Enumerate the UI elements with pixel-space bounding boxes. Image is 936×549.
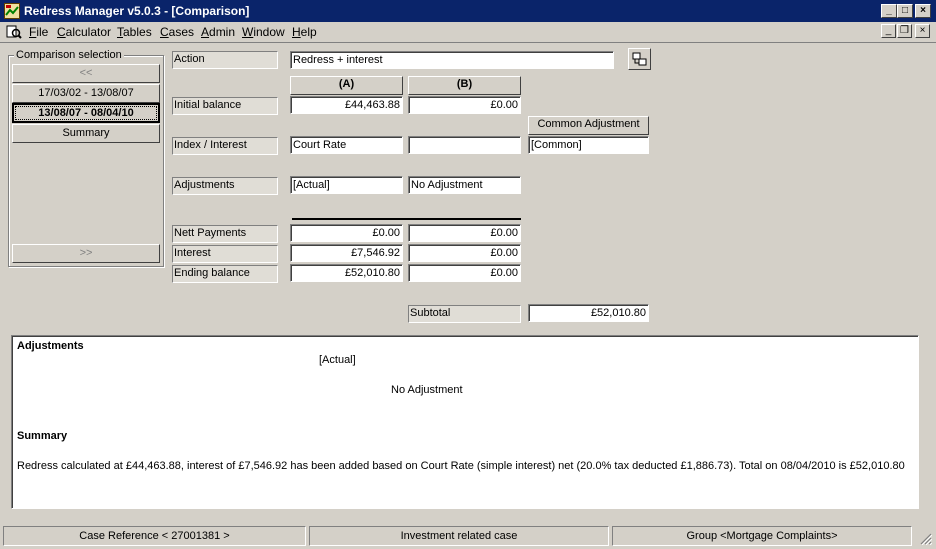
compare-icon	[632, 52, 647, 66]
details-adjustment-a: [Actual]	[319, 354, 356, 366]
resize-grip-icon[interactable]	[918, 531, 933, 546]
menu-window[interactable]: Window	[242, 25, 285, 39]
child-close-icon[interactable]: ×	[915, 24, 930, 38]
subtotal-label: Subtotal	[408, 305, 521, 323]
action-label: Action	[172, 51, 278, 69]
app-icon[interactable]	[4, 3, 20, 19]
initial-balance-b-field[interactable]: £0.00	[408, 96, 521, 114]
index-common-field[interactable]: [Common]	[528, 136, 649, 154]
window-title: Redress Manager v5.0.3 - [Comparison]	[24, 4, 250, 18]
maximize-icon[interactable]: □	[897, 4, 913, 18]
menu-file[interactable]: File	[29, 25, 48, 39]
details-summary-heading: Summary	[17, 430, 68, 442]
nett-payments-a-field[interactable]: £0.00	[290, 224, 403, 242]
initial-balance-a-field[interactable]: £44,463.88	[290, 96, 403, 114]
column-a-header: (A)	[290, 76, 403, 95]
ending-balance-a-field[interactable]: £52,010.80	[290, 264, 403, 282]
nett-payments-label: Nett Payments	[172, 225, 278, 243]
child-restore-icon[interactable]: ❐	[897, 24, 912, 38]
status-group: Group <Mortgage Complaints>	[612, 526, 912, 546]
menu-bar: File Calculator Tables Cases Admin Windo…	[0, 22, 936, 42]
adjustment-a-field[interactable]: [Actual]	[290, 176, 403, 194]
interest-a-field[interactable]: £7,546.92	[290, 244, 403, 262]
details-panel[interactable]: Adjustments [Actual] No Adjustment Summa…	[11, 335, 919, 509]
minimize-icon[interactable]: _	[881, 4, 897, 18]
compare-tool-button[interactable]	[628, 48, 651, 70]
title-bar: Redress Manager v5.0.3 - [Comparison] _ …	[0, 0, 936, 22]
initial-balance-label: Initial balance	[172, 97, 278, 115]
adjustments-label: Adjustments	[172, 177, 278, 195]
adjustment-b-field[interactable]: No Adjustment	[408, 176, 521, 194]
status-bar: Case Reference < 27001381 > Investment r…	[0, 525, 936, 549]
nett-payments-b-field[interactable]: £0.00	[408, 224, 521, 242]
action-field[interactable]: Redress + interest	[290, 51, 614, 69]
previous-button[interactable]: <<	[12, 64, 160, 83]
totals-divider	[292, 218, 521, 220]
comparison-selection-title: Comparison selection	[14, 49, 124, 61]
document-icon[interactable]	[6, 24, 22, 40]
subtotal-field[interactable]: £52,010.80	[528, 304, 649, 322]
index-b-field[interactable]	[408, 136, 521, 154]
next-button[interactable]: >>	[12, 244, 160, 263]
close-icon[interactable]: ×	[915, 4, 931, 18]
period-button-1[interactable]: 17/03/02 - 13/08/07	[12, 84, 160, 103]
index-a-field[interactable]: Court Rate	[290, 136, 403, 154]
details-adjustments-heading: Adjustments	[17, 340, 84, 352]
menu-tables[interactable]: Tables	[117, 25, 152, 39]
interest-b-field[interactable]: £0.00	[408, 244, 521, 262]
index-interest-label: Index / Interest	[172, 137, 278, 155]
status-case-type: Investment related case	[309, 526, 609, 546]
ending-balance-b-field[interactable]: £0.00	[408, 264, 521, 282]
interest-label: Interest	[172, 245, 278, 263]
column-b-header: (B)	[408, 76, 521, 95]
ending-balance-label: Ending balance	[172, 265, 278, 283]
menu-admin[interactable]: Admin	[201, 25, 235, 39]
menu-divider	[0, 42, 936, 43]
common-adjustment-header: Common Adjustment	[528, 116, 649, 135]
details-summary-text: Redress calculated at £44,463.88, intere…	[17, 460, 905, 472]
menu-cases[interactable]: Cases	[160, 25, 194, 39]
summary-button[interactable]: Summary	[12, 124, 160, 143]
child-minimize-icon[interactable]: _	[881, 24, 896, 38]
details-adjustment-b: No Adjustment	[391, 384, 463, 396]
menu-calculator[interactable]: Calculator	[57, 25, 111, 39]
status-case-reference: Case Reference < 27001381 >	[3, 526, 306, 546]
menu-help[interactable]: Help	[292, 25, 317, 39]
period-button-2[interactable]: 13/08/07 - 08/04/10	[12, 103, 160, 123]
